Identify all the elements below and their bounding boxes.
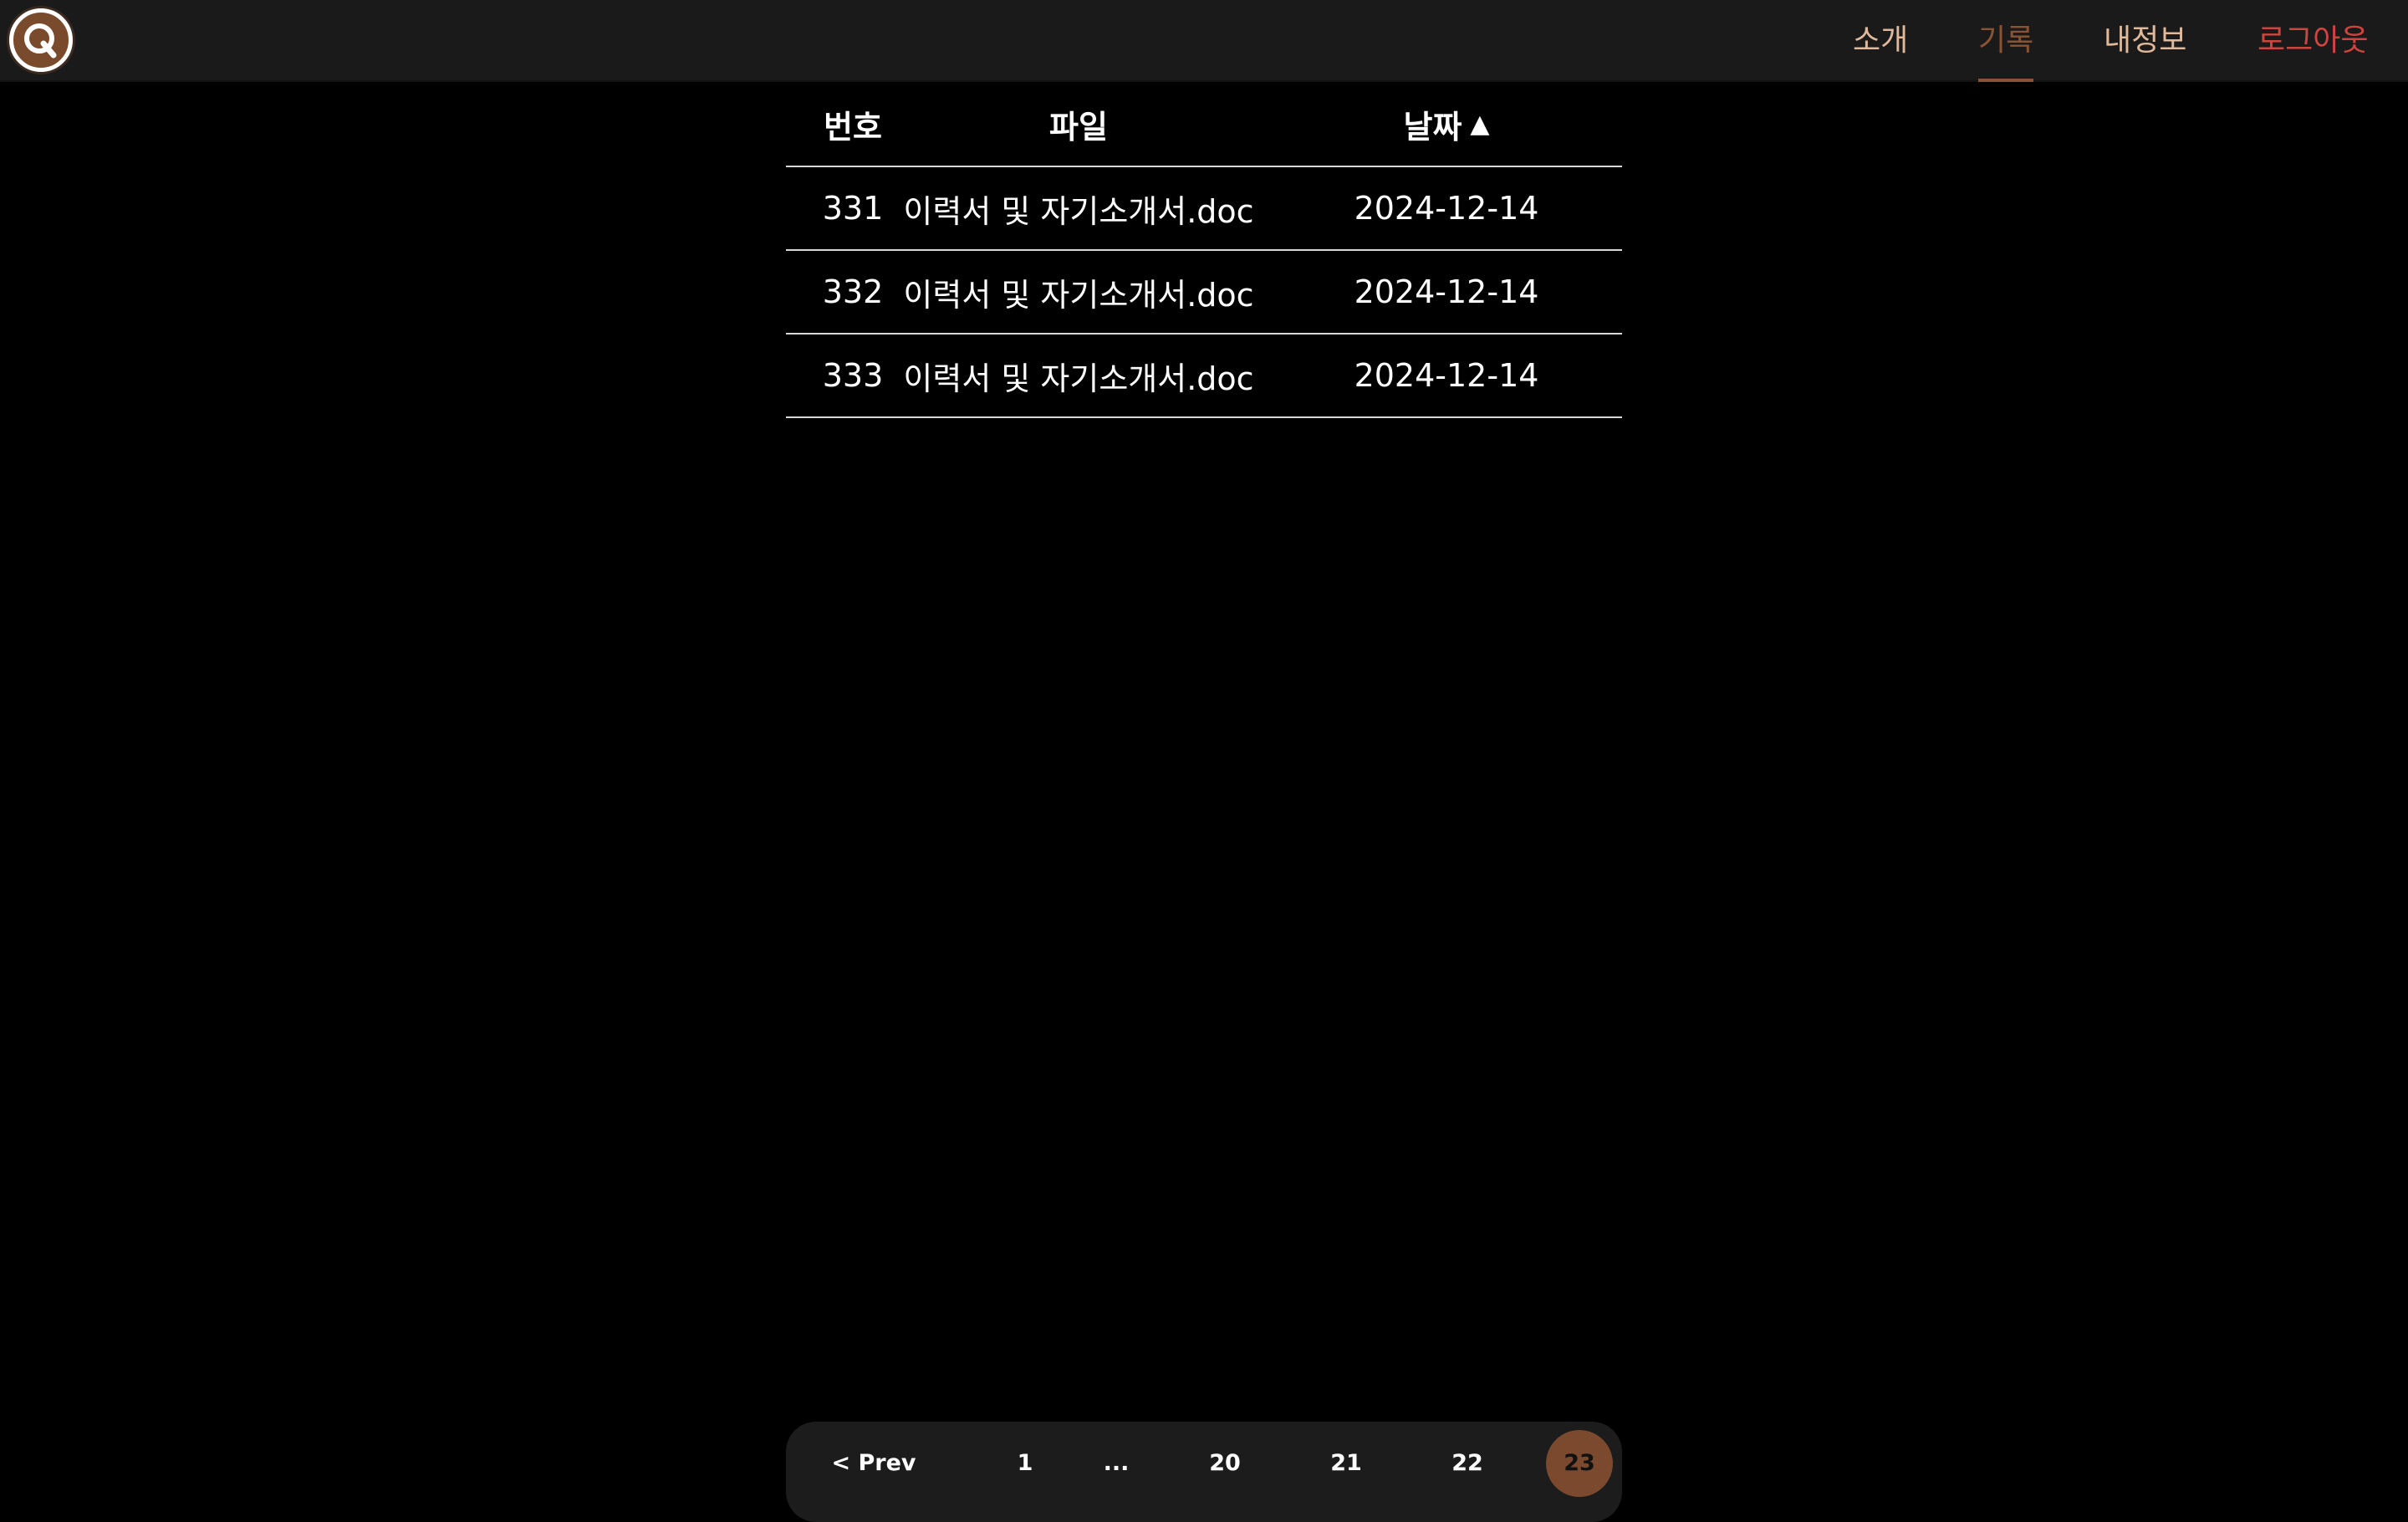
pagination-ellipsis: ... <box>1103 1450 1130 1476</box>
row-file-name[interactable]: 이력서 및 자기소개서.doc <box>903 251 1253 333</box>
page-button[interactable]: 21 <box>1325 1442 1367 1485</box>
row-number: 331 <box>822 190 884 227</box>
nav-records-label: 기록 <box>1978 23 2034 58</box>
table-row[interactable]: 332 이력서 및 자기소개서.doc 2024-12-14 <box>786 251 1622 335</box>
row-file-name[interactable]: 이력서 및 자기소개서.doc <box>903 167 1253 249</box>
page-button-first[interactable]: 1 <box>1008 1442 1042 1485</box>
logout-link[interactable]: 로그아웃 <box>2258 0 2368 82</box>
pagination: < Prev 1 ... 20 21 22 23 <box>786 1422 1622 1522</box>
row-number: 332 <box>822 273 884 310</box>
table-row[interactable]: 333 이력서 및 자기소개서.doc 2024-12-14 <box>786 335 1622 418</box>
page-button[interactable]: 22 <box>1446 1442 1488 1485</box>
records-table: 번호 파일 날짜 ▲ 331 이력서 및 자기소개서.doc 2024-12-1… <box>786 82 1622 418</box>
row-file-name[interactable]: 이력서 및 자기소개서.doc <box>903 335 1253 416</box>
row-date: 2024-12-14 <box>1354 190 1539 227</box>
row-number: 333 <box>822 357 884 394</box>
nav-intro[interactable]: 소개 <box>1853 0 1908 82</box>
prev-page-button[interactable]: < Prev <box>828 1442 920 1485</box>
logo-q-glyph <box>24 23 57 59</box>
column-header-date-label: 날짜 <box>1403 108 1462 146</box>
column-header-number: 번호 <box>824 108 882 146</box>
row-date: 2024-12-14 <box>1354 273 1539 310</box>
nav-records[interactable]: 기록 <box>1978 0 2034 82</box>
nav-my-info[interactable]: 내정보 <box>2104 0 2186 82</box>
table-header: 번호 파일 날짜 ▲ <box>786 82 1622 167</box>
page-button[interactable]: 20 <box>1204 1442 1246 1485</box>
row-date: 2024-12-14 <box>1354 357 1539 394</box>
active-tab-underline <box>1978 79 2034 82</box>
logo-q-icon[interactable] <box>9 8 73 72</box>
table-row[interactable]: 331 이력서 및 자기소개서.doc 2024-12-14 <box>786 167 1622 251</box>
sort-ascending-icon: ▲ <box>1470 109 1490 139</box>
column-header-date-sortable[interactable]: 날짜 ▲ <box>1321 82 1572 166</box>
column-header-file: 파일 <box>1049 108 1108 146</box>
current-page-button[interactable]: 23 <box>1546 1430 1613 1497</box>
top-nav-bar: 소개 기록 내정보 로그아웃 <box>0 0 2408 82</box>
